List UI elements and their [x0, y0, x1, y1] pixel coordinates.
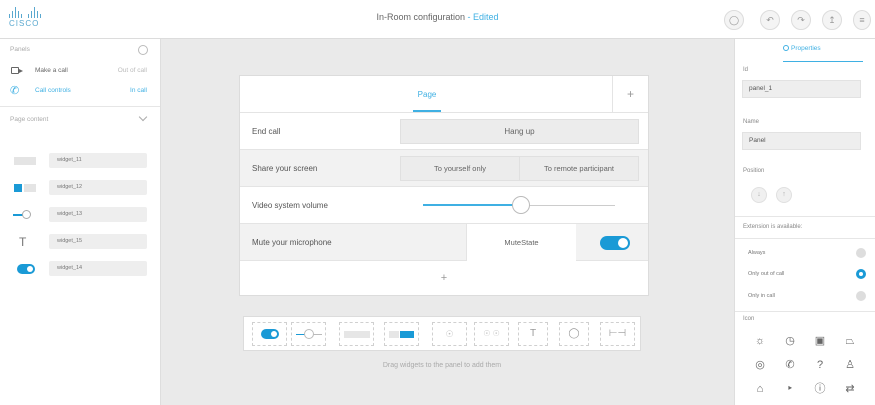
row-share-screen[interactable]: Share your screen To yourself only To re…	[240, 150, 648, 187]
extension-option-only-out-of-call[interactable]: Only out of call	[735, 264, 875, 285]
text-widget-tool[interactable]: T	[518, 322, 548, 346]
camera-icon[interactable]: ▣	[812, 333, 828, 349]
active-tab-indicator	[783, 61, 863, 62]
volume-slider-handle[interactable]	[512, 196, 530, 214]
add-row-button[interactable]: +	[240, 261, 648, 295]
phone-icon: ✆	[10, 85, 20, 97]
panels-header: Panels	[0, 39, 160, 61]
mute-toggle[interactable]	[600, 236, 630, 250]
home-icon[interactable]: ⌂	[752, 381, 768, 397]
to-yourself-only-button[interactable]: To yourself only	[400, 156, 520, 181]
widget-row-toggle[interactable]: widget_14	[0, 259, 161, 279]
radio-only-in-call[interactable]	[856, 291, 866, 301]
text-icon: T	[19, 235, 27, 249]
properties-panel: Properties Id panel_1 Name Panel Positio…	[734, 39, 875, 405]
info-icon[interactable]: ⓘ	[812, 381, 828, 397]
page-content-header[interactable]: Page content	[0, 107, 160, 133]
add-page-button[interactable]: +	[612, 76, 648, 113]
menu-button[interactable]: ≡	[853, 10, 871, 30]
page-tabbar: Page +	[240, 76, 648, 113]
id-label: Id	[743, 67, 749, 73]
app-header: CISCO In-Room configuration - Edited ◯ ↶…	[0, 0, 875, 39]
camera-icon	[10, 65, 24, 77]
hang-up-button[interactable]: Hang up	[400, 119, 639, 144]
clock-icon[interactable]: ◷	[782, 333, 798, 349]
row-volume[interactable]: Video system volume	[240, 187, 648, 224]
spinner-widget-tool[interactable]: ☉ ☉	[474, 322, 509, 346]
button-group-icon	[12, 182, 38, 194]
properties-tabbar: Properties	[735, 39, 875, 64]
radio-only-out-of-call[interactable]	[856, 269, 866, 279]
tab-page[interactable]: Page	[240, 76, 614, 113]
phone-icon[interactable]: ✆	[782, 357, 798, 373]
position-label: Position	[743, 168, 765, 174]
disc-icon[interactable]: ◎	[752, 357, 768, 373]
mute-state-label: MuteState	[466, 224, 576, 261]
undo-button[interactable]: ↶	[760, 10, 780, 30]
thermometer-icon[interactable]: ‣	[782, 381, 798, 397]
panel-item-make-a-call[interactable]: Make a call Out of call	[0, 61, 160, 81]
toggle-icon	[12, 263, 38, 275]
name-field[interactable]: Panel	[742, 132, 861, 150]
button-widget-tool[interactable]	[339, 322, 374, 346]
extension-option-only-in-call[interactable]: Only in call	[735, 286, 875, 307]
widget-row-spacer[interactable]: widget_11	[0, 151, 161, 171]
icon-label: Icon	[743, 316, 755, 322]
panels-settings-icon[interactable]	[138, 45, 148, 55]
extension-label: Extension is available:	[743, 224, 803, 230]
logo-text: CISCO	[9, 19, 40, 28]
gear-icon	[783, 45, 789, 51]
widget-toolbar: ☉ ☉ ☉ T ◯ ⊢⊣	[243, 316, 641, 351]
blinds-icon[interactable]: ⏢	[842, 333, 858, 349]
divider	[735, 238, 875, 239]
chevron-down-icon	[138, 112, 148, 122]
divider	[735, 216, 875, 217]
brightness-icon[interactable]: ☼	[752, 333, 768, 349]
slider-icon	[12, 209, 38, 221]
divider	[735, 311, 875, 312]
row-end-call[interactable]: End call Hang up	[240, 113, 648, 150]
move-up-button[interactable]: ↑	[776, 187, 792, 203]
left-sidebar: Panels Make a call Out of call ✆ Call co…	[0, 39, 161, 405]
row-mute[interactable]: Mute your microphone MuteState	[240, 224, 648, 261]
widget-row-text[interactable]: T widget_15	[0, 232, 161, 252]
radio-always[interactable]	[856, 248, 866, 258]
user-icon[interactable]: ♙	[842, 357, 858, 373]
group-button-widget-tool[interactable]	[384, 322, 419, 346]
volume-slider-fill	[423, 204, 521, 206]
cisco-logo: CISCO	[9, 7, 49, 28]
widget-row-button-group[interactable]: widget_12	[0, 178, 161, 198]
move-down-button[interactable]: ↓	[751, 187, 767, 203]
icon-button-widget-tool[interactable]: ☉	[432, 322, 467, 346]
toolbar-hint: Drag widgets to the panel to add them	[382, 362, 502, 369]
directional-pad-widget-tool[interactable]: ◯	[559, 322, 589, 346]
extension-option-always[interactable]: Always	[735, 243, 875, 264]
help-icon[interactable]: ?	[812, 357, 828, 373]
spacer-icon	[12, 155, 38, 167]
shuffle-icon[interactable]: ⇄	[842, 381, 858, 397]
panel-editor: Page + End call Hang up Share your scree…	[239, 75, 649, 296]
to-remote-participant-button[interactable]: To remote participant	[519, 156, 639, 181]
toggle-widget-tool[interactable]	[252, 322, 287, 346]
tab-properties[interactable]: Properties	[783, 45, 863, 52]
preview-button[interactable]: ◯	[724, 10, 744, 30]
widget-row-slider[interactable]: widget_13	[0, 205, 161, 225]
name-label: Name	[743, 119, 760, 125]
redo-button[interactable]: ↷	[791, 10, 811, 30]
id-field[interactable]: panel_1	[742, 80, 861, 98]
active-tab-indicator	[413, 110, 441, 112]
panel-item-call-controls[interactable]: ✆ Call controls In call	[0, 81, 160, 101]
upload-button[interactable]: ↥	[822, 10, 842, 30]
slider-widget-tool[interactable]	[291, 322, 326, 346]
edited-status: - Edited	[467, 12, 499, 22]
spacer-widget-tool[interactable]: ⊢⊣	[600, 322, 635, 346]
